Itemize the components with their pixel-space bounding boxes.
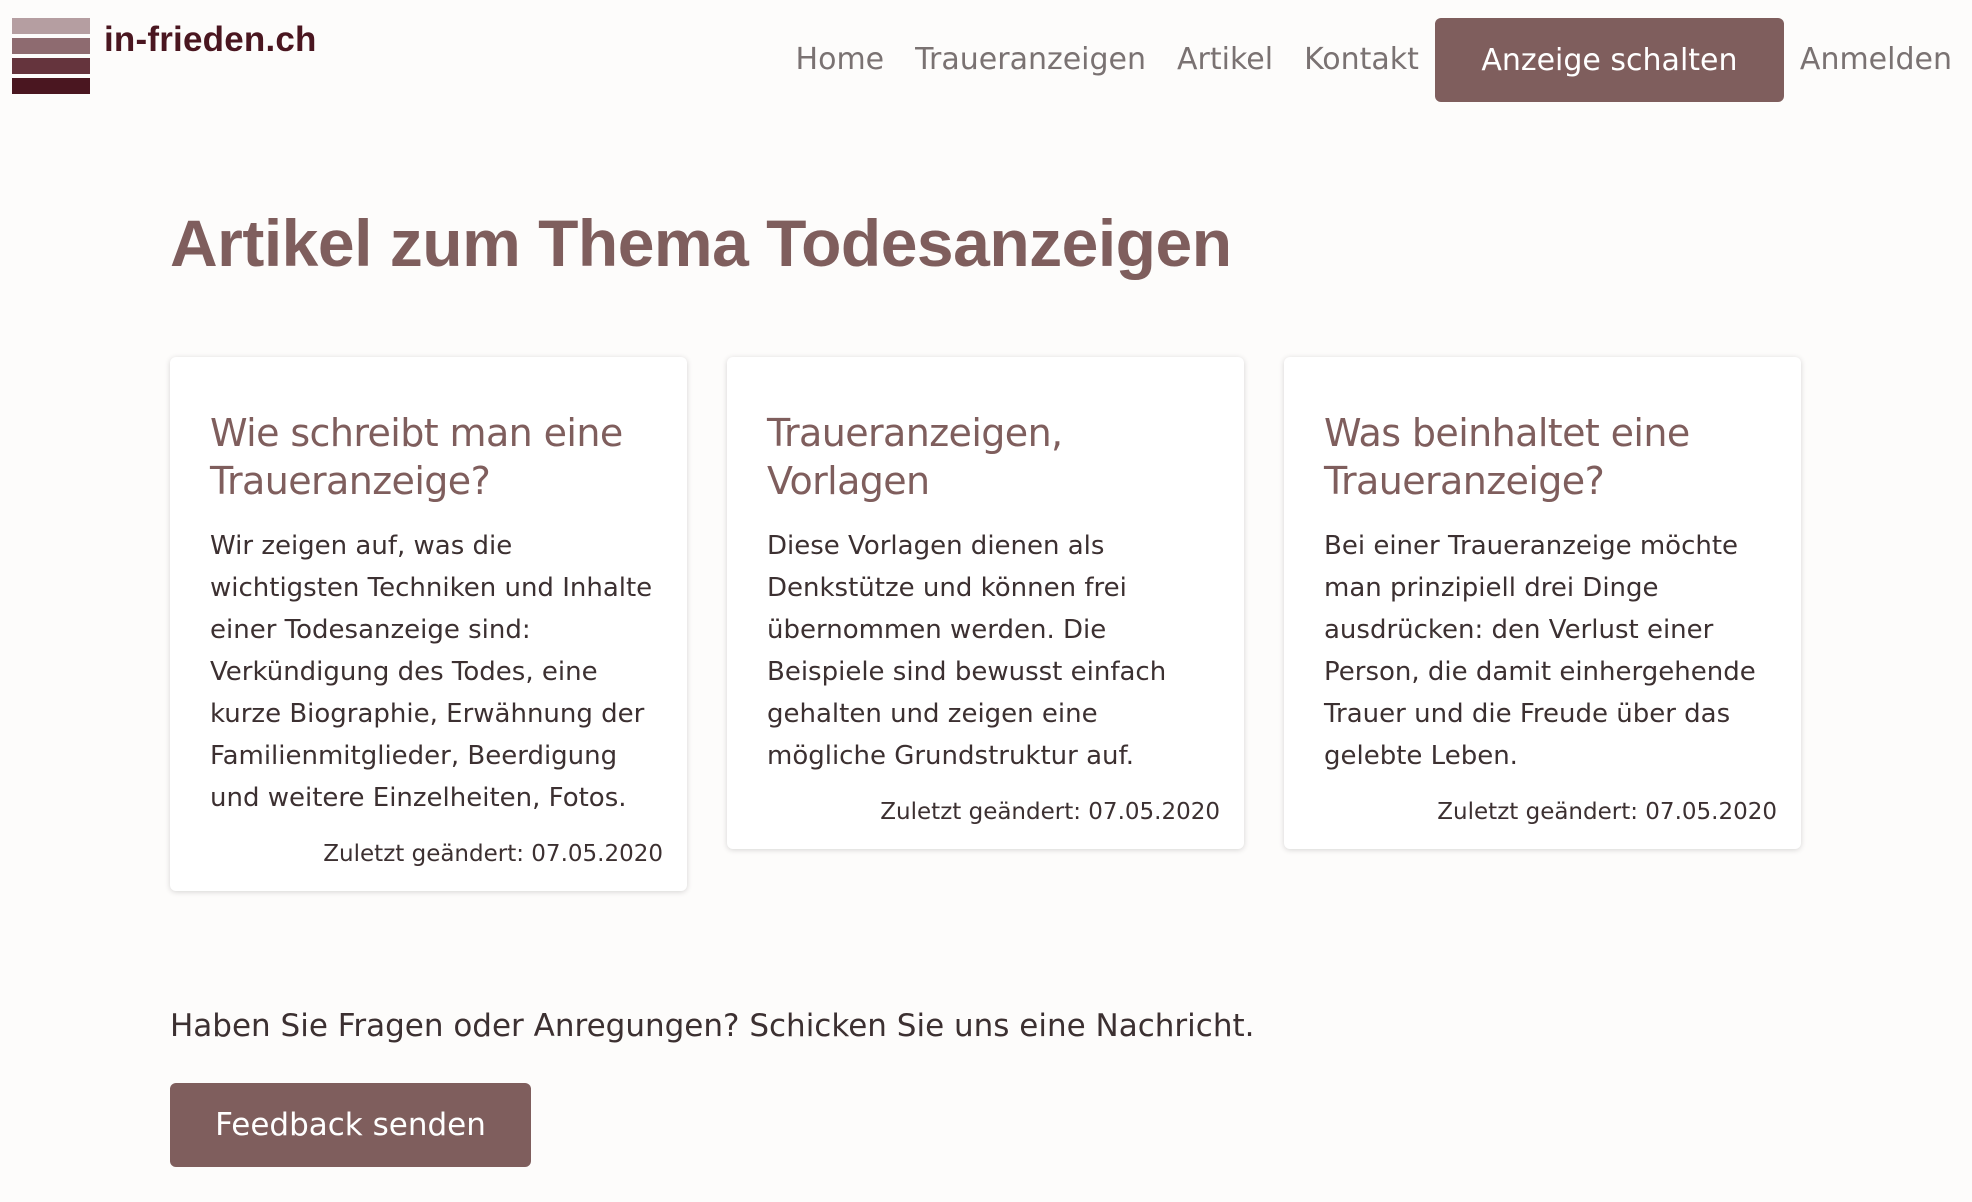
article-card-date: Zuletzt geändert: 07.05.2020	[323, 841, 663, 867]
nav-artikel[interactable]: Artikel	[1177, 19, 1273, 101]
nav-traueranzeigen[interactable]: Traueranzeigen	[915, 19, 1146, 101]
site-logo[interactable]: in-frieden.ch	[12, 18, 317, 94]
article-cards: Wie schreibt man eine Traueranzeige? Wir…	[170, 357, 1801, 891]
article-card-excerpt: Wir zeigen auf, was die wichtigsten Tech…	[210, 531, 653, 813]
nav-kontakt[interactable]: Kontakt	[1304, 19, 1419, 101]
place-ad-button[interactable]: Anzeige schalten	[1434, 18, 1784, 102]
article-card[interactable]: Traueranzeigen, Vorlagen Diese Vorlagen …	[727, 357, 1244, 849]
page-title: Artikel zum Thema Todesanzeigen	[170, 206, 1232, 280]
article-card-title[interactable]: Traueranzeigen, Vorlagen	[767, 409, 1220, 505]
main-nav: Home Traueranzeigen Artikel Kontakt Anze…	[796, 18, 1952, 102]
article-card[interactable]: Wie schreibt man eine Traueranzeige? Wir…	[170, 357, 687, 891]
logo-stripes-icon	[12, 18, 90, 94]
nav-home[interactable]: Home	[796, 19, 885, 101]
feedback-button[interactable]: Feedback senden	[170, 1083, 531, 1167]
article-card-title[interactable]: Was beinhaltet eine Traueranzeige?	[1324, 409, 1777, 505]
login-link[interactable]: Anmelden	[1800, 19, 1952, 101]
article-card-excerpt: Diese Vorlagen dienen als Denkstütze und…	[767, 531, 1167, 771]
article-card-title[interactable]: Wie schreibt man eine Traueranzeige?	[210, 409, 663, 505]
feedback-prompt: Haben Sie Fragen oder Anregungen? Schick…	[170, 1008, 1255, 1044]
site-name: in-frieden.ch	[104, 20, 317, 59]
article-card-excerpt: Bei einer Traueranzeige möchte man prinz…	[1324, 531, 1756, 771]
page: in-frieden.ch Home Traueranzeigen Artike…	[0, 0, 1972, 1202]
article-card-date: Zuletzt geändert: 07.05.2020	[1437, 799, 1777, 825]
article-card-date: Zuletzt geändert: 07.05.2020	[880, 799, 1220, 825]
article-card[interactable]: Was beinhaltet eine Traueranzeige? Bei e…	[1284, 357, 1801, 849]
